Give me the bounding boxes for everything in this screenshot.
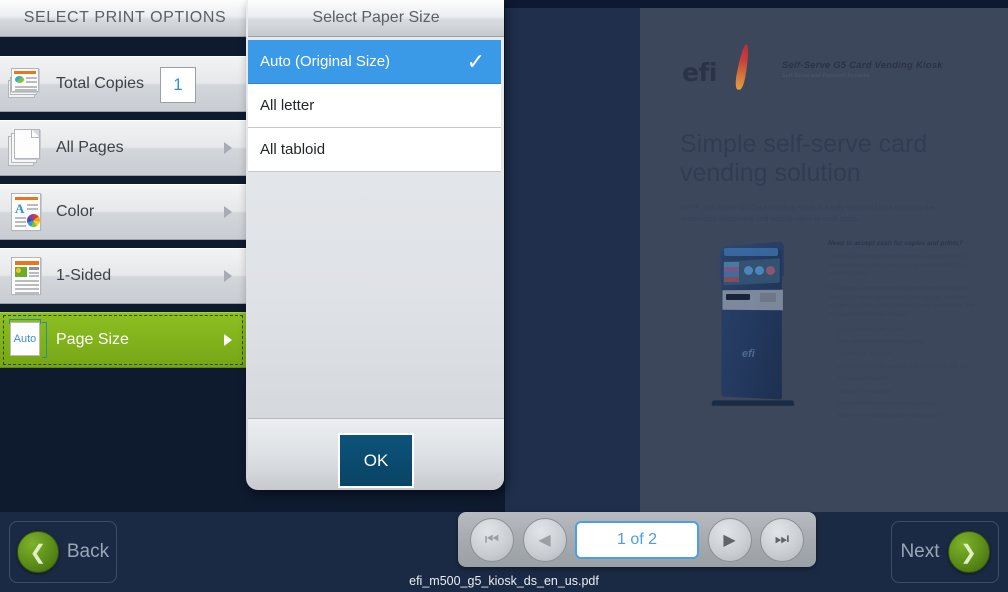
previous-page-button[interactable]: ◀ bbox=[522, 517, 567, 562]
pdf-bullet: Optional PIN terminal mounting bracket bbox=[828, 399, 978, 408]
kiosk-brand-text: efi bbox=[742, 348, 755, 360]
page-navigation-toolbar: ⏮ ◀ 1 of 2 ▶ ⏭ bbox=[458, 512, 816, 567]
pdf-bullet: 2D barcode scanner bbox=[828, 374, 978, 383]
chevron-right-icon bbox=[224, 142, 232, 154]
option-label: Auto (Original Size) bbox=[260, 53, 391, 70]
chevron-right-icon bbox=[224, 206, 232, 218]
kiosk-card-reader bbox=[760, 293, 776, 302]
option-label: All letter bbox=[260, 97, 315, 114]
pdf-bullet: High-speed thermal receipt printing bbox=[828, 337, 978, 346]
pdf-page: efi Self-Serve G5 Card Vending Kiosk Sel… bbox=[640, 8, 1008, 512]
pdf-bullet: Capacity for 300 cards bbox=[828, 349, 978, 358]
paper-size-option-tabloid[interactable]: All tabloid bbox=[248, 128, 501, 172]
paper-size-option-auto[interactable]: Auto (Original Size) ✓ bbox=[248, 40, 501, 84]
sidebar-header-label: SELECT PRINT OPTIONS bbox=[23, 9, 227, 26]
pdf-headline: Simple self-serve card vending solution bbox=[680, 130, 928, 187]
panel-header-label: Select Paper Size bbox=[312, 9, 440, 26]
check-icon: ✓ bbox=[466, 48, 485, 74]
kiosk-product-image: efi bbox=[698, 240, 818, 425]
first-page-button[interactable]: ⏮ bbox=[470, 517, 514, 562]
panel-footer: OK bbox=[248, 418, 504, 490]
sidebar-items: Total Copies 1 All Pages A Color 1-Sided… bbox=[0, 56, 288, 376]
sided-icon bbox=[6, 254, 46, 298]
total-copies-input[interactable]: 1 bbox=[160, 67, 196, 103]
chevron-right-icon bbox=[224, 270, 232, 282]
last-page-button[interactable]: ⏭ bbox=[760, 517, 804, 562]
sidebar-item-label: Total Copies bbox=[56, 75, 145, 92]
kiosk-base bbox=[711, 400, 795, 406]
paper-size-panel: Select Paper Size Auto (Original Size) ✓… bbox=[246, 0, 504, 490]
pdf-logo-subtitle: Self-Serve and Payment Systems bbox=[782, 73, 870, 79]
document-filename: efi_m500_g5_kiosk_ds_en_us.pdf bbox=[409, 574, 599, 588]
ok-button[interactable]: OK bbox=[338, 433, 414, 488]
page-size-icon: Auto bbox=[6, 318, 47, 362]
kiosk-screen-dot bbox=[744, 266, 753, 275]
pdf-logo-block: efi Self-Serve G5 Card Vending Kiosk Sel… bbox=[682, 43, 943, 91]
sidebar-header: SELECT PRINT OPTIONS bbox=[0, 0, 250, 37]
pdf-bullet: Support for customized skins and signage bbox=[828, 411, 978, 420]
pdf-column-paragraph-2: By allowing cash customers to dispense a… bbox=[828, 285, 975, 318]
paper-size-options: Auto (Original Size) ✓ All letter All ta… bbox=[248, 40, 501, 172]
pdf-column-heading: Need to accept cash for copies and print… bbox=[828, 240, 963, 247]
chevron-right-icon: ❯ bbox=[947, 531, 990, 573]
print-options-sidebar: SELECT PRINT OPTIONS Total Copies 1 All … bbox=[0, 0, 288, 512]
pdf-logo-titles: Self-Serve G5 Card Vending Kiosk Self-Se… bbox=[782, 60, 943, 79]
efi-swoosh-icon bbox=[734, 43, 751, 91]
sidebar-item-all-pages[interactable]: All Pages bbox=[0, 120, 246, 176]
kiosk-bill-slot bbox=[726, 294, 750, 300]
print-options-screen: efi Self-Serve G5 Card Vending Kiosk Sel… bbox=[0, 0, 1008, 592]
chevron-right-icon bbox=[224, 334, 232, 346]
pdf-bullet: Optional coin acceptor bbox=[828, 386, 978, 396]
kiosk-screen-dot bbox=[766, 266, 775, 275]
sidebar-item-color[interactable]: A Color bbox=[0, 184, 246, 240]
kiosk-screen-tiles bbox=[724, 262, 739, 282]
panel-header: Select Paper Size bbox=[248, 0, 504, 37]
page-size-icon-label: Auto bbox=[13, 333, 37, 345]
efi-logo-text: efi bbox=[682, 58, 717, 87]
pages-icon bbox=[6, 126, 46, 170]
efi-logo-icon: efi bbox=[682, 43, 760, 91]
pdf-column-paragraph-1: The G5 Card Vending Kiosk provides a com… bbox=[828, 254, 970, 278]
back-button-label: Back bbox=[66, 541, 110, 562]
next-button-label: Next bbox=[900, 541, 940, 562]
sidebar-item-total-copies[interactable]: Total Copies 1 bbox=[0, 56, 288, 113]
paper-size-option-letter[interactable]: All letter bbox=[248, 84, 501, 128]
pdf-right-column: Need to accept cash for copies and print… bbox=[828, 240, 978, 425]
kiosk-screen-dot bbox=[755, 266, 764, 275]
sidebar-item-label: All Pages bbox=[56, 139, 124, 156]
sidebar-item-label: Page Size bbox=[56, 331, 129, 348]
pdf-logo-title: Self-Serve G5 Card Vending Kiosk bbox=[782, 60, 943, 71]
sidebar-item-label: 1-Sided bbox=[56, 267, 112, 284]
sidebar-item-label: Color bbox=[56, 203, 95, 220]
chevron-left-icon: ❮ bbox=[16, 531, 59, 573]
sidebar-item-sided[interactable]: 1-Sided bbox=[0, 248, 246, 304]
pdf-bullet: 19" capacitive touch screen bbox=[828, 325, 978, 334]
copies-icon bbox=[6, 62, 46, 106]
next-page-button[interactable]: ▶ bbox=[707, 517, 752, 562]
sidebar-item-page-size[interactable]: Auto Page Size bbox=[0, 312, 246, 368]
pdf-bullet: Multi-directional bill acceptor that hol… bbox=[828, 362, 978, 371]
kiosk-banner bbox=[724, 248, 778, 256]
page-indicator-field[interactable]: 1 of 2 bbox=[575, 520, 699, 559]
pdf-subhead: EFI™ Self-Serve G5 Card Vending Kiosk is… bbox=[681, 203, 935, 224]
color-icon: A bbox=[6, 190, 46, 234]
page-size-icon-page: Auto bbox=[10, 322, 40, 356]
option-label: All tabloid bbox=[260, 141, 326, 158]
document-preview[interactable]: efi Self-Serve G5 Card Vending Kiosk Sel… bbox=[640, 8, 1008, 512]
